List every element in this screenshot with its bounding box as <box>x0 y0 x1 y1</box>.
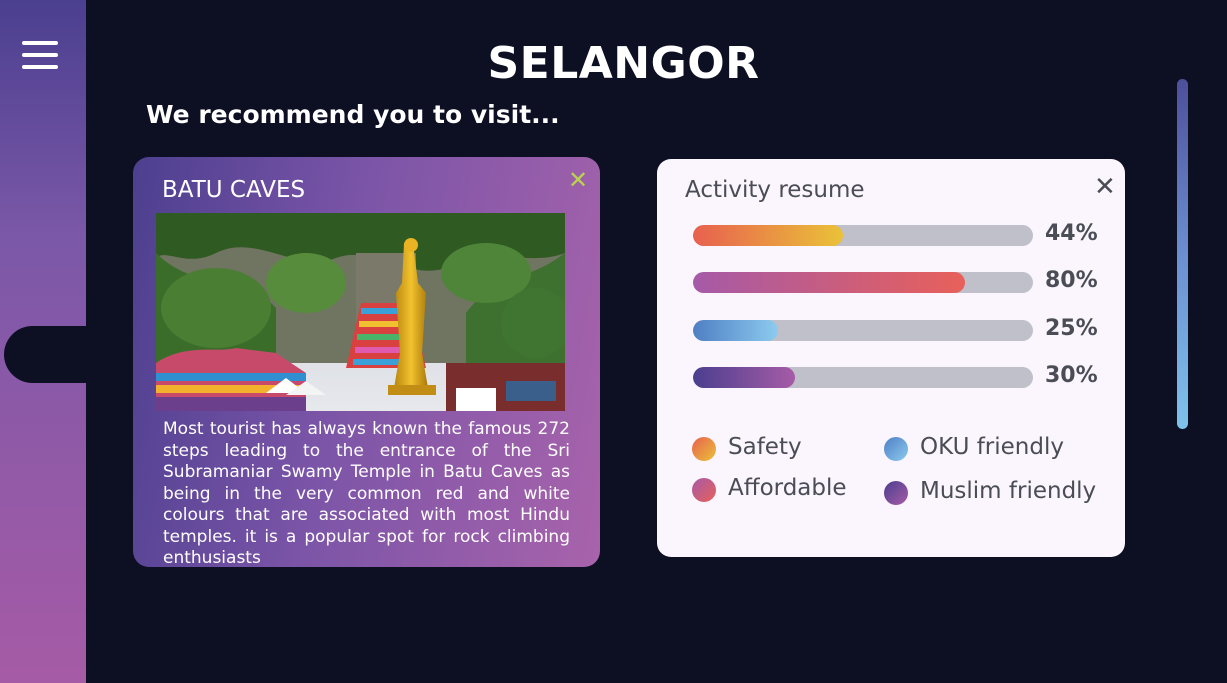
legend-dot <box>692 478 716 502</box>
progress-fill <box>693 320 778 341</box>
activity-resume-card: Activity resume ✕ 44% 80% 25% 30% Safety… <box>657 159 1125 557</box>
menu-line <box>22 65 58 69</box>
percent-label: 80% <box>1045 268 1098 293</box>
percent-label: 30% <box>1045 363 1098 388</box>
hamburger-menu-icon[interactable] <box>22 40 58 70</box>
recommendation-heading: We recommend you to visit... <box>146 100 560 129</box>
percent-label: 25% <box>1045 316 1098 341</box>
vertical-scrollbar[interactable] <box>1177 79 1188 429</box>
activity-bar-oku-friendly: 25% <box>693 316 1098 342</box>
place-name: BATU CAVES <box>162 177 306 203</box>
progress-fill <box>693 225 843 246</box>
legend-label: Safety <box>728 434 802 460</box>
legend-dot <box>884 481 908 505</box>
activity-bar-affordable: 80% <box>693 268 1098 294</box>
close-icon[interactable]: ✕ <box>568 169 588 193</box>
place-description: Most tourist has always known the famous… <box>163 419 570 568</box>
batu-caves-photo <box>156 213 565 411</box>
activity-title: Activity resume <box>685 177 865 203</box>
close-icon[interactable]: ✕ <box>1094 173 1116 199</box>
sidebar-tab-handle[interactable] <box>4 326 94 383</box>
legend-label: OKU friendly <box>920 434 1064 460</box>
legend-label: Muslim friendly <box>920 478 1097 504</box>
progress-fill <box>693 367 795 388</box>
page-title: SELANGOR <box>487 38 760 89</box>
activity-bar-safety: 44% <box>693 221 1098 247</box>
menu-line <box>22 41 58 45</box>
legend-dot <box>884 437 908 461</box>
activity-bar-muslim-friendly: 30% <box>693 363 1098 389</box>
percent-label: 44% <box>1045 221 1098 246</box>
legend-label: Affordable <box>728 475 847 501</box>
progress-fill <box>693 272 965 293</box>
legend-dot <box>692 437 716 461</box>
progress-track <box>693 225 1033 246</box>
progress-track <box>693 272 1033 293</box>
progress-track <box>693 367 1033 388</box>
menu-line <box>22 53 58 57</box>
place-photo <box>156 213 565 411</box>
place-card: BATU CAVES ✕ Most tourist has always kno… <box>133 157 600 568</box>
progress-track <box>693 320 1033 341</box>
